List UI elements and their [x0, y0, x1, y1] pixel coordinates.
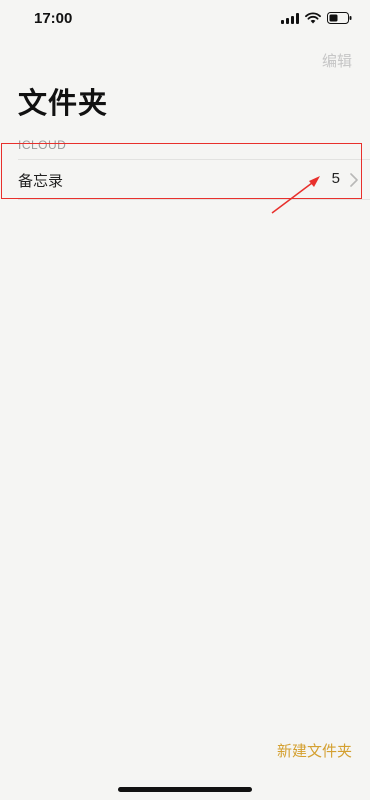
new-folder-button[interactable]: 新建文件夹 [277, 740, 352, 761]
home-indicator [118, 787, 252, 792]
annotation-arrow-icon [271, 176, 320, 214]
